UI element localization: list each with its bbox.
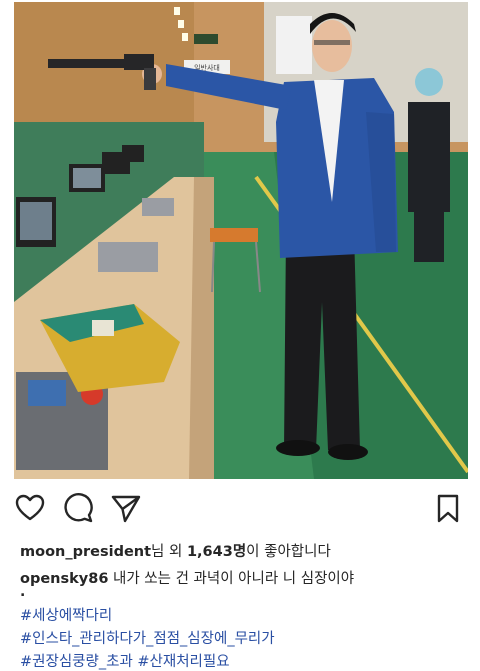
send-icon bbox=[111, 495, 141, 523]
caption-text: 내가 쏘는 건 과녁이 아니라 니 심장이야 bbox=[108, 571, 355, 587]
comment-icon bbox=[64, 493, 93, 523]
shooting-range-photo: 일반사대 bbox=[14, 2, 468, 479]
heart-icon bbox=[15, 494, 45, 521]
comment-button[interactable] bbox=[62, 492, 94, 524]
liker-username[interactable]: moon_president bbox=[20, 544, 151, 560]
share-button[interactable] bbox=[110, 492, 142, 524]
hashtag-1[interactable]: #세상에짝다리 bbox=[20, 604, 112, 625]
caption-separator: . bbox=[20, 584, 26, 600]
likes-text-after-name: 님 외 bbox=[151, 544, 187, 560]
hashtag-3[interactable]: #권장심쿵량_초과 #산재처리필요 bbox=[20, 650, 230, 671]
bookmark-icon bbox=[437, 494, 459, 523]
save-button[interactable] bbox=[432, 492, 464, 524]
hashtag-2[interactable]: #인스타_관리하다가_점점_심장에_무리가 bbox=[20, 627, 275, 648]
likes-summary: moon_president님 외 1,643명이 좋아합니다 bbox=[20, 540, 331, 561]
like-button[interactable] bbox=[14, 492, 46, 524]
post-image[interactable]: 일반사대 bbox=[14, 2, 468, 479]
author-username[interactable]: opensky86 bbox=[20, 571, 108, 587]
post-caption: opensky86 내가 쏘는 건 과녁이 아니라 니 심장이야 bbox=[20, 567, 354, 588]
post-actions bbox=[14, 492, 466, 526]
likes-count[interactable]: 1,643명 bbox=[187, 544, 246, 560]
likes-text-end: 이 좋아합니다 bbox=[246, 544, 331, 560]
